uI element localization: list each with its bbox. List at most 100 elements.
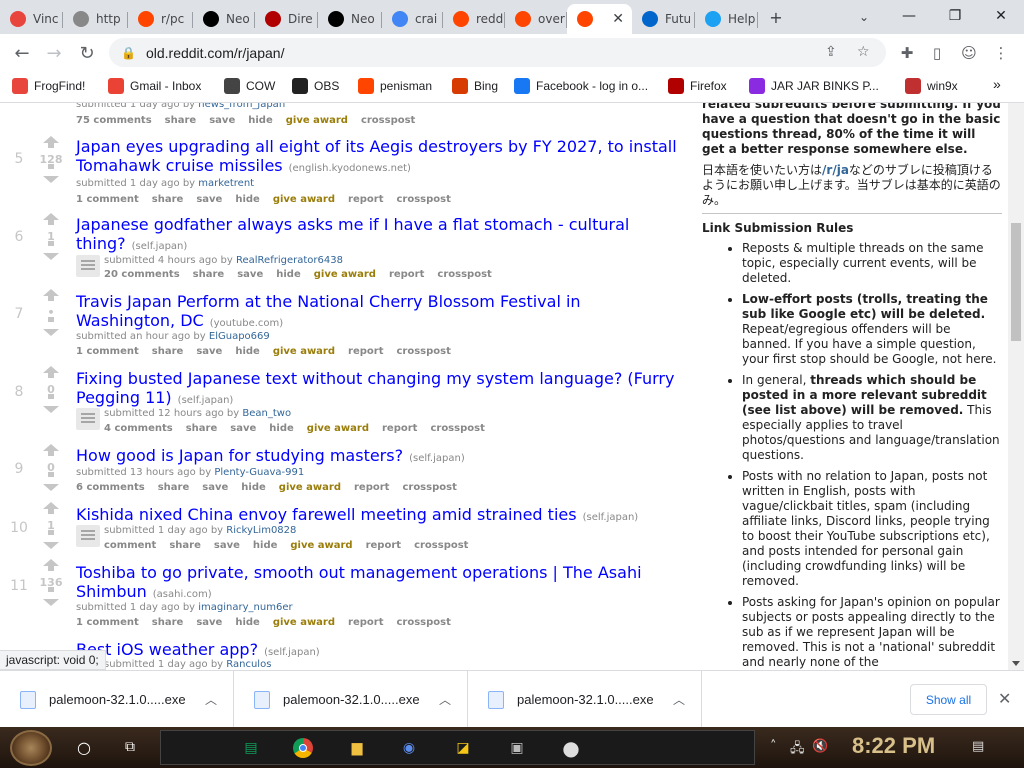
upvote-arrow-icon[interactable] bbox=[43, 136, 59, 148]
post-action-hide[interactable]: hide bbox=[235, 346, 260, 357]
scrollbar-thumb[interactable] bbox=[1011, 223, 1021, 341]
chrome-icon[interactable] bbox=[291, 736, 315, 760]
file-explorer-icon[interactable]: ▆ bbox=[345, 736, 369, 760]
post-domain[interactable]: (english.kyodonews.net) bbox=[289, 163, 411, 174]
taskbar-clock[interactable]: 8:22 PM bbox=[852, 733, 935, 759]
tab-11[interactable]: Help bbox=[695, 4, 758, 34]
bookmark-item[interactable]: penisman bbox=[358, 78, 432, 94]
cortana-icon[interactable]: ○ bbox=[72, 735, 96, 759]
upvote-arrow-icon[interactable] bbox=[43, 444, 59, 456]
post-domain[interactable]: (self.japan) bbox=[409, 453, 465, 464]
downvote-arrow-icon[interactable] bbox=[43, 241, 59, 260]
post-action-comments[interactable]: 75 comments bbox=[76, 115, 152, 126]
post-action-share[interactable]: share bbox=[152, 194, 184, 205]
downvote-arrow-icon[interactable] bbox=[43, 587, 59, 606]
tab-5[interactable]: Neo bbox=[318, 4, 382, 34]
post-action-report[interactable]: report bbox=[389, 269, 424, 280]
chevron-up-icon[interactable]: ︿ bbox=[205, 691, 217, 708]
volume-muted-icon[interactable]: 🔇 bbox=[812, 739, 828, 754]
menu-kebab-icon[interactable]: ⋮ bbox=[990, 42, 1012, 64]
download-item[interactable]: palemoon-32.1.0.....exe ︿ bbox=[234, 671, 468, 728]
bookmark-star-icon[interactable]: ☆ bbox=[857, 44, 870, 60]
post-action-crosspost[interactable]: crosspost bbox=[361, 115, 415, 126]
post-action-share[interactable]: share bbox=[158, 482, 190, 493]
post-action-share[interactable]: share bbox=[169, 540, 201, 551]
post-domain[interactable]: (self.japan) bbox=[178, 395, 234, 406]
post-domain[interactable]: (self.japan) bbox=[132, 241, 188, 252]
post-action-save[interactable]: save bbox=[196, 194, 222, 205]
post-action-report[interactable]: report bbox=[382, 423, 417, 434]
close-downloads-icon[interactable]: ✕ bbox=[998, 689, 1011, 708]
tab-4[interactable]: Dire bbox=[255, 4, 318, 34]
extensions-icon[interactable]: ✚ bbox=[896, 42, 918, 64]
post-action-crosspost[interactable]: crosspost bbox=[402, 482, 456, 493]
url-text[interactable]: old.reddit.com/r/japan/ bbox=[146, 45, 285, 61]
post-author-link[interactable]: Plenty-Guava-991 bbox=[214, 467, 304, 478]
post-action-comments[interactable]: 6 comments bbox=[76, 482, 145, 493]
bookmark-item[interactable]: OBS bbox=[292, 78, 339, 94]
profile-avatar[interactable]: ☺ bbox=[958, 42, 980, 64]
app-icon[interactable]: ▣ bbox=[505, 736, 529, 760]
tray-chevron-icon[interactable]: ˄ bbox=[770, 739, 777, 754]
post-action-give-award[interactable]: give award bbox=[290, 540, 352, 551]
downvote-arrow-icon[interactable] bbox=[43, 394, 59, 413]
post-action-save[interactable]: save bbox=[209, 115, 235, 126]
post-action-hide[interactable]: hide bbox=[235, 617, 260, 628]
post-author-link[interactable]: imaginary_num6er bbox=[198, 602, 292, 613]
post-action-comments[interactable]: 20 comments bbox=[104, 269, 180, 280]
post-action-give-award[interactable]: give award bbox=[286, 115, 348, 126]
self-post-thumbnail-icon[interactable] bbox=[76, 525, 100, 547]
post-author-link[interactable]: Bean_two bbox=[242, 408, 291, 419]
tab-1[interactable]: http bbox=[63, 4, 128, 34]
notifications-icon[interactable]: ▤ bbox=[972, 739, 984, 754]
chevron-up-icon[interactable]: ︿ bbox=[439, 691, 451, 708]
bookmarks-overflow-button[interactable]: » bbox=[993, 76, 1001, 92]
upvote-arrow-icon[interactable] bbox=[43, 366, 59, 378]
forward-button[interactable]: → bbox=[40, 39, 68, 67]
reload-button[interactable]: ↻ bbox=[73, 39, 101, 67]
bookmark-item[interactable]: Firefox bbox=[668, 78, 727, 94]
post-action-give-award[interactable]: give award bbox=[273, 346, 335, 357]
post-author-link[interactable]: RickyLim0828 bbox=[226, 525, 296, 536]
post-action-save[interactable]: save bbox=[214, 540, 240, 551]
post-author-link[interactable]: marketrent bbox=[198, 178, 254, 189]
page-scrollbar[interactable] bbox=[1008, 103, 1024, 670]
post-action-crosspost[interactable]: crosspost bbox=[397, 194, 451, 205]
network-icon[interactable]: 🖧 bbox=[790, 739, 805, 761]
post-action-share[interactable]: share bbox=[165, 115, 197, 126]
tab-2[interactable]: r/pc bbox=[128, 4, 193, 34]
sheets-icon[interactable]: ▤ bbox=[239, 736, 263, 760]
post-action-crosspost[interactable]: crosspost bbox=[397, 346, 451, 357]
tab-6[interactable]: crai bbox=[382, 4, 443, 34]
post-action-report[interactable]: report bbox=[348, 194, 383, 205]
show-all-downloads-button[interactable]: Show all bbox=[910, 684, 987, 715]
tab-9[interactable]: ✕ bbox=[567, 4, 632, 34]
post-action-give-award[interactable]: give award bbox=[273, 617, 335, 628]
bookmark-item[interactable]: FrogFind! bbox=[12, 78, 85, 94]
window-close-button[interactable]: ✕ bbox=[978, 0, 1024, 32]
upvote-arrow-icon[interactable] bbox=[43, 289, 59, 301]
bookmark-item[interactable]: Facebook - log in o... bbox=[514, 78, 648, 94]
download-item[interactable]: palemoon-32.1.0.....exe ︿ bbox=[468, 671, 702, 728]
tab-3[interactable]: Neo bbox=[193, 4, 255, 34]
post-author-link[interactable]: news_from_japan bbox=[198, 103, 285, 110]
post-action-share[interactable]: share bbox=[152, 617, 184, 628]
post-action-crosspost[interactable]: crosspost bbox=[414, 540, 468, 551]
post-action-report[interactable]: report bbox=[366, 540, 401, 551]
post-action-hide[interactable]: hide bbox=[269, 423, 294, 434]
post-action-save[interactable]: save bbox=[202, 482, 228, 493]
post-action-give-award[interactable]: give award bbox=[279, 482, 341, 493]
post-action-comment[interactable]: 1 comment bbox=[76, 617, 139, 628]
post-action-save[interactable]: save bbox=[196, 617, 222, 628]
bookmark-item[interactable]: win9x bbox=[905, 78, 958, 94]
post-action-give-award[interactable]: give award bbox=[273, 194, 335, 205]
tab-close-icon[interactable]: ✕ bbox=[612, 11, 624, 27]
post-action-save[interactable]: save bbox=[230, 423, 256, 434]
post-domain[interactable]: (asahi.com) bbox=[153, 589, 212, 600]
post-title-link[interactable]: Kishida nixed China envoy farewell meeti… bbox=[76, 505, 577, 524]
post-domain[interactable]: (self.japan) bbox=[264, 647, 320, 658]
pale-moon-icon[interactable]: ● bbox=[559, 736, 583, 760]
tab-0[interactable]: Vinc bbox=[0, 4, 63, 34]
post-action-save[interactable]: save bbox=[196, 346, 222, 357]
tab-10[interactable]: Futu bbox=[632, 4, 695, 34]
